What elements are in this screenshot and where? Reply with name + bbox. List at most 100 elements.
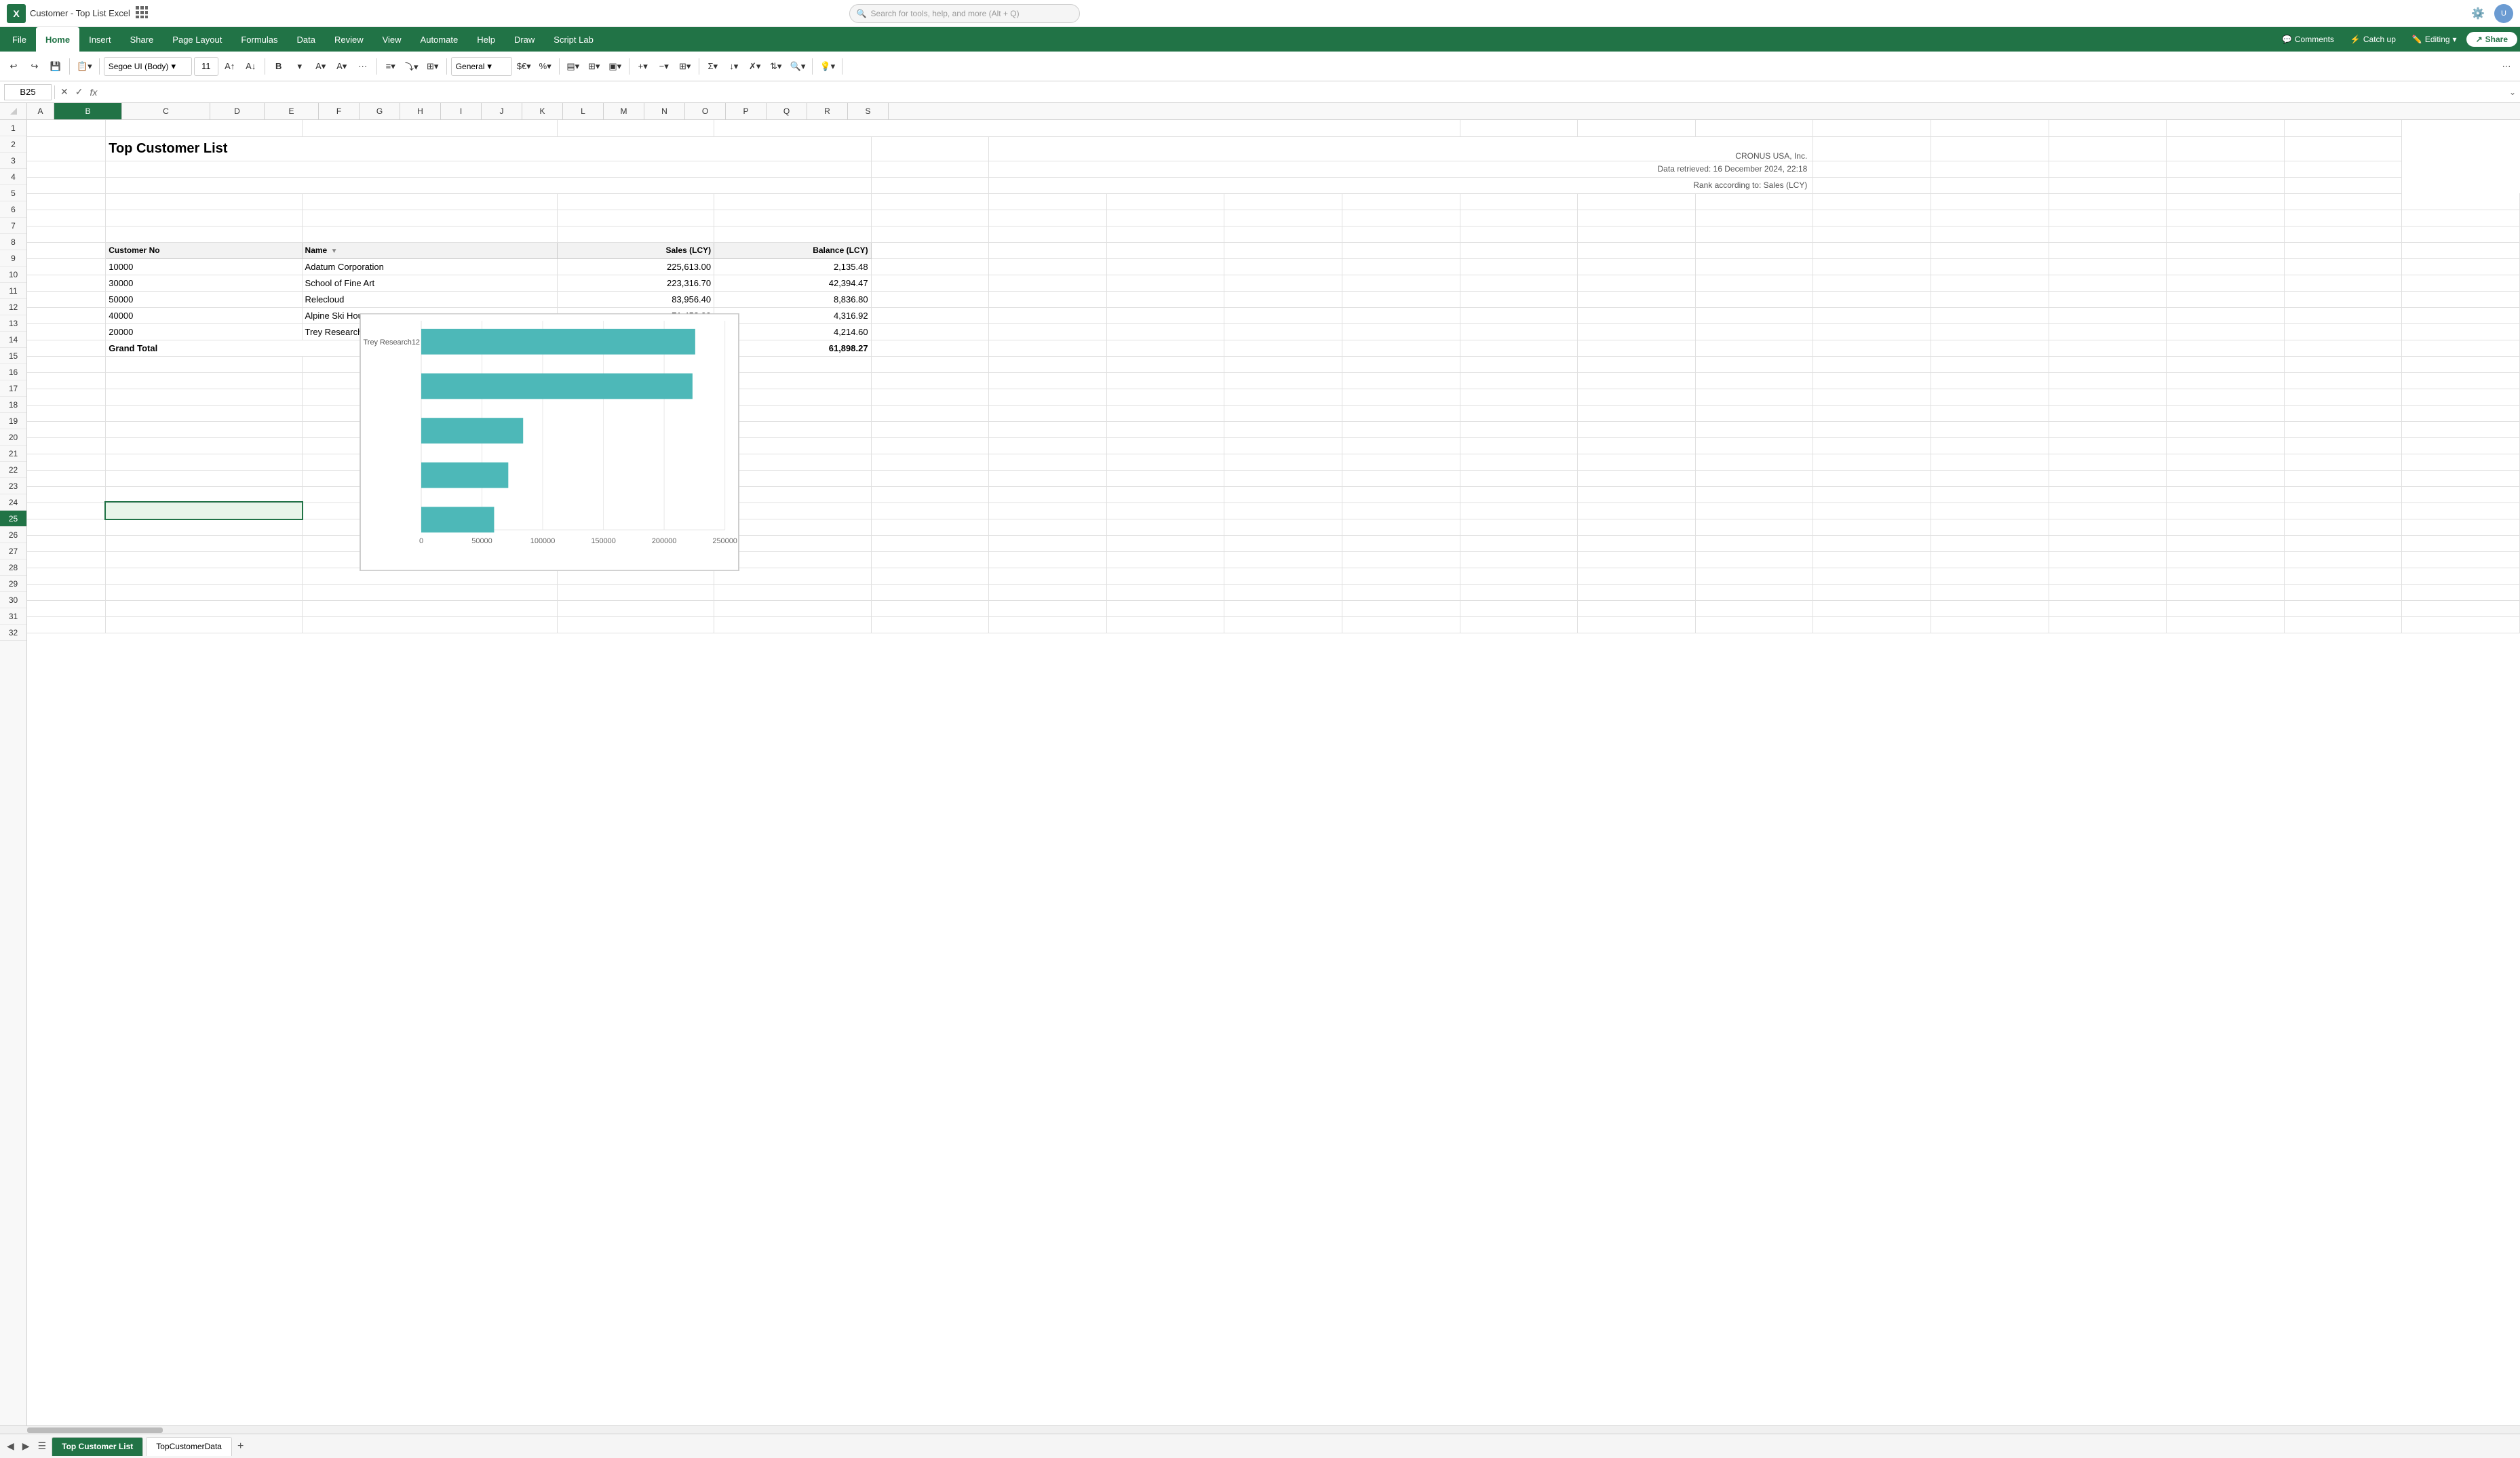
row-26[interactable]: 26	[0, 527, 26, 543]
cell-no-row5[interactable]: 20000	[106, 323, 302, 340]
sheet-tab-top-customer-data[interactable]: TopCustomerData	[146, 1437, 232, 1456]
font-size-increase[interactable]: A↑	[220, 56, 239, 77]
tab-help[interactable]: Help	[467, 27, 505, 52]
font-color-button[interactable]: A▾	[332, 56, 351, 77]
tab-home[interactable]: Home	[36, 27, 79, 52]
editing-button[interactable]: ✏️ Editing ▾	[2405, 32, 2464, 47]
tab-page-layout[interactable]: Page Layout	[163, 27, 231, 52]
align-left[interactable]: ≡▾	[381, 56, 400, 77]
row-1[interactable]: 1	[0, 120, 26, 136]
col-header-M[interactable]: M	[604, 103, 644, 119]
col-header-H[interactable]: H	[400, 103, 441, 119]
cell-balance-header[interactable]: Balance (LCY)	[714, 242, 871, 258]
fill-color-button[interactable]: A▾	[311, 56, 330, 77]
row-2[interactable]: 2	[0, 136, 26, 153]
row-16[interactable]: 16	[0, 364, 26, 380]
grid-content[interactable]: Top Customer List CRONUS USA, Inc.	[27, 120, 2520, 1425]
cell-E1[interactable]	[714, 120, 1460, 136]
tab-file[interactable]: File	[3, 27, 36, 52]
cell-D1[interactable]	[557, 120, 714, 136]
formula-input[interactable]	[102, 84, 2506, 100]
tab-review[interactable]: Review	[325, 27, 373, 52]
format-button[interactable]: ⊞▾	[676, 56, 695, 77]
wrap-text[interactable]: ⤵▾	[402, 56, 421, 77]
tab-view[interactable]: View	[373, 27, 411, 52]
cell-B3[interactable]	[106, 161, 871, 177]
row-29[interactable]: 29	[0, 576, 26, 592]
col-header-L[interactable]: L	[563, 103, 604, 119]
bold-dropdown[interactable]: ▾	[290, 56, 309, 77]
row-19[interactable]: 19	[0, 413, 26, 429]
percent-button[interactable]: %▾	[536, 56, 555, 77]
row-32[interactable]: 32	[0, 625, 26, 641]
row-23[interactable]: 23	[0, 478, 26, 494]
cell-A4[interactable]	[27, 177, 106, 193]
cell-name-row2[interactable]: School of Fine Art	[302, 275, 557, 291]
redo-button[interactable]: ↪	[25, 56, 44, 77]
cell-no-row2[interactable]: 30000	[106, 275, 302, 291]
col-header-C[interactable]: C	[122, 103, 210, 119]
cell-B25[interactable]	[106, 503, 302, 519]
row-21[interactable]: 21	[0, 446, 26, 462]
currency-button[interactable]: $€▾	[514, 56, 534, 77]
row-28[interactable]: 28	[0, 559, 26, 576]
sheet-list-icon[interactable]: ☰	[35, 1440, 50, 1452]
insert-function-icon[interactable]: fx	[87, 85, 100, 99]
number-format-dropdown[interactable]: General ▾	[451, 57, 512, 76]
cell-name-row1[interactable]: Adatum Corporation	[302, 258, 557, 275]
row-4[interactable]: 4	[0, 169, 26, 185]
row-8[interactable]: 8	[0, 234, 26, 250]
cell-styles-button[interactable]: ▣▾	[606, 56, 625, 77]
col-header-P[interactable]: P	[726, 103, 767, 119]
row-3[interactable]: 3	[0, 153, 26, 169]
horizontal-scrollbar[interactable]	[27, 1427, 163, 1433]
cell-A8[interactable]	[27, 242, 106, 258]
col-header-B[interactable]: B	[54, 103, 122, 119]
format-as-table-button[interactable]: ⊞▾	[585, 56, 604, 77]
tab-formulas[interactable]: Formulas	[231, 27, 287, 52]
cell-A9[interactable]	[27, 258, 106, 275]
cell-B1[interactable]	[106, 120, 302, 136]
cell-name-row3[interactable]: Relecloud	[302, 291, 557, 307]
row-17[interactable]: 17	[0, 380, 26, 397]
tab-draw[interactable]: Draw	[505, 27, 544, 52]
col-header-J[interactable]: J	[482, 103, 522, 119]
sum-button[interactable]: Σ▾	[703, 56, 722, 77]
confirm-formula-icon[interactable]: ✓	[73, 85, 86, 99]
conditional-format-button[interactable]: ▤▾	[564, 56, 583, 77]
row-10[interactable]: 10	[0, 267, 26, 283]
add-sheet-button[interactable]: +	[235, 1440, 246, 1453]
cell-C1[interactable]	[302, 120, 557, 136]
find-button[interactable]: 🔍▾	[788, 56, 809, 77]
fill-button[interactable]: ↓▾	[724, 56, 743, 77]
col-header-R[interactable]: R	[807, 103, 848, 119]
clipboard-button[interactable]: 📋▾	[74, 56, 95, 77]
row-18[interactable]: 18	[0, 397, 26, 413]
comments-button[interactable]: 💬 Comments	[2275, 32, 2341, 47]
col-header-O[interactable]: O	[685, 103, 726, 119]
tab-script-lab[interactable]: Script Lab	[544, 27, 603, 52]
cell-A1[interactable]	[27, 120, 106, 136]
cell-A3[interactable]	[27, 161, 106, 177]
share-button[interactable]: ↗ Share	[2466, 32, 2517, 47]
expand-toolbar[interactable]: ⋯	[2497, 56, 2516, 77]
row-20[interactable]: 20	[0, 429, 26, 446]
row-30[interactable]: 30	[0, 592, 26, 608]
sheet-nav-left[interactable]: ◀	[4, 1440, 17, 1452]
row-5[interactable]: 5	[0, 185, 26, 201]
row-13[interactable]: 13	[0, 315, 26, 332]
row-9[interactable]: 9	[0, 250, 26, 267]
catchup-button[interactable]: ⚡ Catch up	[2344, 32, 2403, 47]
cell-sales-row1[interactable]: 225,613.00	[557, 258, 714, 275]
row-27[interactable]: 27	[0, 543, 26, 559]
ideas-button[interactable]: 💡▾	[817, 56, 838, 77]
cell-sales-header[interactable]: Sales (LCY)	[557, 242, 714, 258]
sheet-tab-top-customer-list[interactable]: Top Customer List	[52, 1437, 143, 1456]
row-15[interactable]: 15	[0, 348, 26, 364]
col-header-S[interactable]: S	[848, 103, 889, 119]
col-header-Q[interactable]: Q	[767, 103, 807, 119]
col-header-A[interactable]: A	[27, 103, 54, 119]
settings-icon[interactable]: ⚙️	[2468, 4, 2487, 23]
col-header-K[interactable]: K	[522, 103, 563, 119]
col-header-I[interactable]: I	[441, 103, 482, 119]
